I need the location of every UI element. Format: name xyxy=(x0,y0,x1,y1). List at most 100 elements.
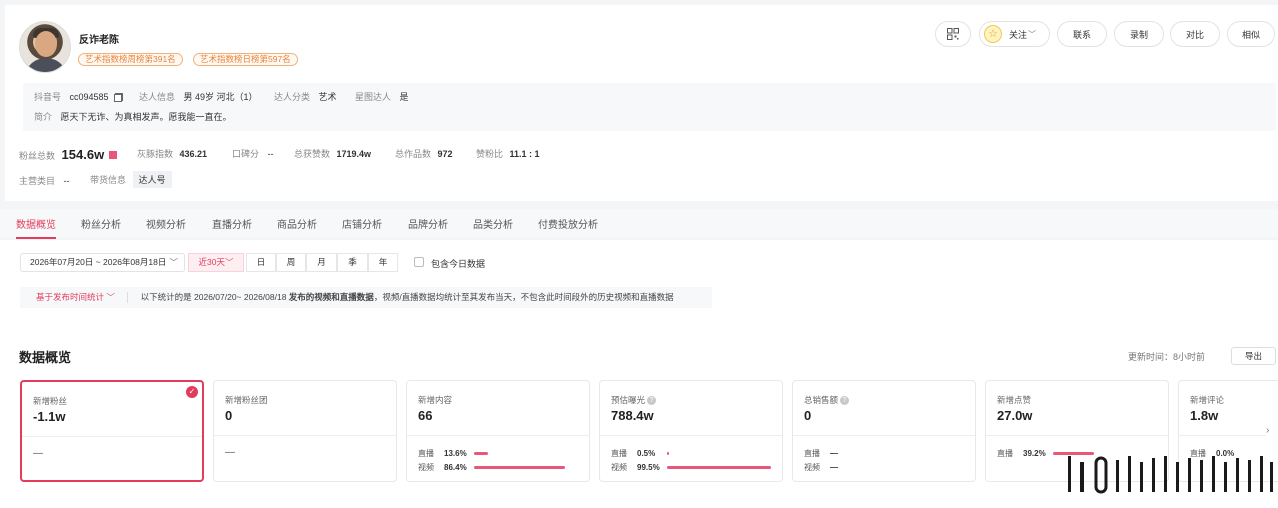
douyin-id: cc094585 xyxy=(69,92,109,102)
metric-label: 新增内容 xyxy=(418,395,453,405)
goods-tag[interactable]: 达人号 xyxy=(132,171,172,188)
chevron-down-icon: ﹀ xyxy=(106,292,115,302)
info-row-1: 抖音号 cc094585 xyxy=(34,90,123,103)
tab-brand[interactable]: 品牌分析 xyxy=(408,216,448,231)
scroll-right-button[interactable]: › xyxy=(1266,422,1278,440)
breakdown-value: 99.5% xyxy=(637,463,660,472)
metric-card-sales[interactable]: 总销售额? 0 直播 — 视频 — xyxy=(792,380,976,482)
breakdown-bar xyxy=(474,452,489,455)
rank-badge-weekly[interactable]: 艺术指数榜周榜第391名 xyxy=(78,53,183,66)
tab-overview[interactable]: 数据概览 xyxy=(16,216,56,239)
tab-live[interactable]: 直播分析 xyxy=(212,216,252,231)
category-value: 艺术 xyxy=(318,92,337,102)
chart-icon[interactable] xyxy=(108,151,117,159)
contact-button[interactable]: 联系 xyxy=(1057,21,1107,47)
tab-category[interactable]: 品类分析 xyxy=(473,216,513,231)
period-30d[interactable]: 近30天﹀ xyxy=(188,253,244,272)
main-cat-label: 主营类目 xyxy=(19,176,56,186)
help-icon[interactable]: ? xyxy=(840,396,850,406)
breakdown-value: 0.5% xyxy=(637,449,656,458)
basis-label: 基于发布时间统计 xyxy=(36,292,105,302)
metric-dash: — xyxy=(33,448,43,459)
period-day[interactable]: 日 xyxy=(246,253,276,272)
chevron-down-icon: ﹀ xyxy=(224,257,234,267)
basis-dropdown[interactable]: 基于发布时间统计 ﹀ xyxy=(36,292,115,302)
section-title: 数据概览 xyxy=(19,350,72,365)
works-total: 总作品数 972 xyxy=(395,147,453,160)
metric-label: 新增粉丝 xyxy=(33,396,68,406)
talent-name: 反诈老陈 xyxy=(79,35,119,46)
breakdown-label: 直播 xyxy=(418,449,434,458)
metric-value: 0 xyxy=(804,408,812,423)
period-year[interactable]: 年 xyxy=(368,253,398,272)
talent-category: 达人分类 艺术 xyxy=(274,90,337,103)
works-value: 972 xyxy=(437,149,453,159)
fans-label: 粉丝总数 xyxy=(19,151,56,161)
period-month[interactable]: 月 xyxy=(306,253,337,272)
metric-label: 预估曝光 xyxy=(611,395,646,405)
qrcode-button[interactable] xyxy=(935,21,971,47)
breakdown-label: 视频 xyxy=(804,463,820,472)
talent-info: 达人信息 男 49岁 河北（1） xyxy=(139,90,258,103)
breakdown-value: 86.4% xyxy=(444,463,467,472)
updated-time: 更新时间：8小时前 xyxy=(1128,352,1206,362)
metric-label-wrap: 预估曝光? xyxy=(611,394,657,406)
breakdown-live: 直播 0.5% xyxy=(611,448,669,459)
star-label: 星图达人 xyxy=(355,92,392,102)
works-label: 总作品数 xyxy=(395,149,432,159)
tab-fans[interactable]: 粉丝分析 xyxy=(81,216,121,231)
breakdown-label: 直播 xyxy=(611,449,627,458)
period-week[interactable]: 周 xyxy=(276,253,306,272)
breakdown-bar xyxy=(667,452,669,455)
help-icon[interactable]: ? xyxy=(647,396,657,406)
tab-goods[interactable]: 商品分析 xyxy=(277,216,317,231)
metric-card-new-fans[interactable]: ✓ 新增粉丝 -1.1w — xyxy=(20,380,204,482)
likes-value: 1719.4w xyxy=(336,149,372,159)
ratio-label: 赞粉比 xyxy=(476,149,504,159)
copy-icon[interactable] xyxy=(114,93,123,102)
tab-shop[interactable]: 店铺分析 xyxy=(342,216,382,231)
record-button[interactable]: 录制 xyxy=(1114,21,1164,47)
rank-badge-daily[interactable]: 艺术指数榜日榜第597名 xyxy=(193,53,298,66)
ratio-value: 11.1 : 1 xyxy=(509,149,540,159)
likes-total: 总获赞数 1719.4w xyxy=(294,147,371,160)
tab-video[interactable]: 视频分析 xyxy=(146,216,186,231)
metric-card-new-content[interactable]: 新增内容 66 直播 13.6% 视频 86.4% xyxy=(406,380,590,482)
date-range-picker[interactable]: 2026年07月20日 ~ 2026年08月18日 ﹀ xyxy=(20,253,185,272)
period-quarter[interactable]: 季 xyxy=(337,253,368,272)
likes-label: 总获赞数 xyxy=(294,149,331,159)
qrcode-icon xyxy=(947,28,959,40)
metric-value: 66 xyxy=(418,408,433,423)
export-button[interactable]: 导出 xyxy=(1231,347,1276,365)
metric-value: 0 xyxy=(225,408,233,423)
check-icon: ✓ xyxy=(186,386,198,398)
rep-label: 口碑分 xyxy=(232,149,260,159)
breakdown-value: — xyxy=(830,463,838,472)
breakdown-live: 直播 — xyxy=(804,448,860,459)
avatar[interactable] xyxy=(19,21,71,73)
star-icon: ☆ xyxy=(984,25,1002,43)
notice-bold: 发布的视频和直播数据 xyxy=(288,292,374,302)
similar-button[interactable]: 相似 xyxy=(1227,21,1275,47)
notice-prefix: 以下统计的是 2026/07/20~ 2026/08/18 xyxy=(140,292,289,302)
breakdown-label: 直播 xyxy=(997,449,1013,458)
metric-label: 总销售额 xyxy=(804,395,839,405)
star-value: 是 xyxy=(399,92,409,102)
include-today-checkbox[interactable] xyxy=(414,257,424,267)
douyin-id-label: 抖音号 xyxy=(34,92,62,102)
follow-button[interactable]: ☆ 关注 ﹀ xyxy=(979,21,1050,47)
chevron-down-icon: ﹀ xyxy=(169,257,178,267)
tab-ads[interactable]: 付费投放分析 xyxy=(538,216,598,231)
breakdown-value: 13.6% xyxy=(444,449,467,458)
tab-bar xyxy=(0,209,1278,237)
metric-card-new-fan-club[interactable]: 新增粉丝团 0 — xyxy=(213,380,397,482)
metric-card-exposure[interactable]: 预估曝光? 788.4w 直播 0.5% 视频 99.5% xyxy=(599,380,783,482)
goods-label: 带货信息 xyxy=(90,175,127,185)
fans-value: 154.6w xyxy=(61,147,105,162)
talent-info-label: 达人信息 xyxy=(139,92,176,102)
index-value: 436.21 xyxy=(179,149,208,159)
include-today-label: 包含今日数据 xyxy=(431,259,486,269)
fans-total: 粉丝总数 154.6w xyxy=(19,147,117,162)
compare-button[interactable]: 对比 xyxy=(1170,21,1220,47)
breakdown-bar xyxy=(667,466,772,469)
